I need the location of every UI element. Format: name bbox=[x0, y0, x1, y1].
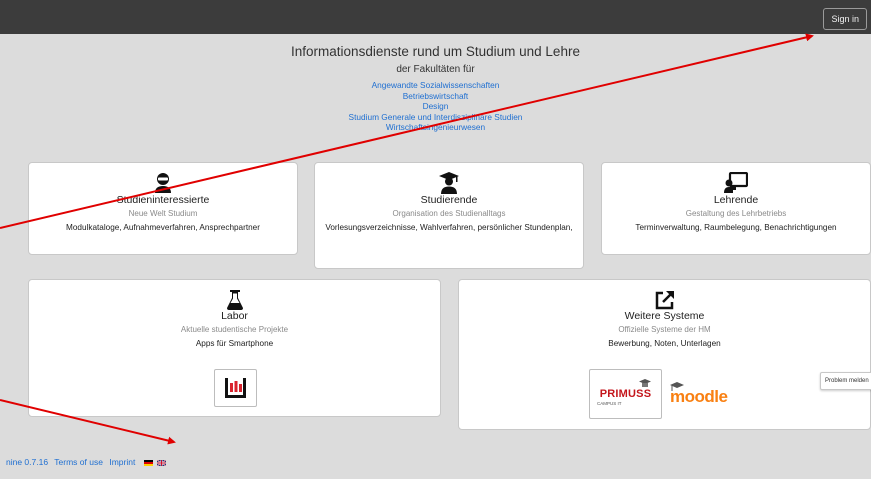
app-logo-icon bbox=[225, 378, 246, 398]
faculty-link-wirtschaftsingenieurwesen[interactable]: Wirtschaftsingenieurwesen bbox=[0, 122, 871, 133]
page-title: Informationsdienste rund um Studium und … bbox=[291, 44, 580, 59]
sign-in-button[interactable]: Sign in bbox=[823, 8, 867, 30]
card-weitere-systeme[interactable]: Weitere Systeme Offizielle Systeme der H… bbox=[458, 279, 871, 430]
card-subtitle: Neue Welt Studium bbox=[128, 209, 198, 218]
top-navbar: Sign in bbox=[0, 0, 871, 34]
card-title: Studieninteressierte bbox=[116, 194, 210, 206]
page-header: Informationsdienste rund um Studium und … bbox=[0, 44, 871, 133]
footer: nine 0.7.16 Terms of use Imprint bbox=[6, 457, 167, 467]
external-link-icon bbox=[655, 291, 674, 310]
moodle-logo-text: moodle bbox=[670, 387, 728, 406]
card-description: Bewerbung, Noten, Unterlagen bbox=[608, 339, 721, 348]
moodle-logo-link[interactable]: moodle bbox=[667, 382, 741, 410]
card-description: Terminverwaltung, Raumbelegung, Benachri… bbox=[635, 223, 837, 232]
primuss-logo-subtext: CAMPUS IT bbox=[597, 401, 622, 406]
app-logo-link[interactable] bbox=[214, 369, 257, 407]
card-studierende[interactable]: Studierende Organisation des Studienallt… bbox=[314, 162, 584, 269]
footer-imprint-link[interactable]: Imprint bbox=[109, 457, 135, 467]
card-subtitle: Aktuelle studentische Projekte bbox=[180, 325, 289, 334]
card-studieninteressierte[interactable]: Studieninteressierte Neue Welt Studium M… bbox=[28, 162, 298, 255]
card-title: Studierende bbox=[420, 194, 478, 206]
report-problem-button[interactable]: Problem melden bbox=[820, 372, 871, 390]
card-description: Modulkataloge, Aufnahmeverfahren, Anspre… bbox=[66, 223, 260, 232]
flask-icon bbox=[226, 290, 243, 310]
faculty-link-design[interactable]: Design bbox=[0, 101, 871, 112]
page-subtitle: der Fakultäten für bbox=[396, 64, 475, 75]
faculty-link-betriebswirtschaft[interactable]: Betriebswirtschaft bbox=[0, 91, 871, 102]
card-subtitle: Organisation des Studienalltags bbox=[392, 209, 506, 218]
card-title: Lehrende bbox=[713, 194, 759, 206]
card-subtitle: Offizielle Systeme der HM bbox=[618, 325, 711, 334]
card-description: Apps für Smartphone bbox=[195, 339, 274, 348]
uk-flag-icon[interactable] bbox=[157, 459, 167, 466]
user-ninja-icon bbox=[155, 173, 171, 193]
card-title: Labor bbox=[221, 310, 248, 322]
footer-version-link[interactable]: nine 0.7.16 bbox=[6, 457, 48, 467]
faculty-links: Angewandte Sozialwissenschaften Betriebs… bbox=[0, 80, 871, 133]
card-title: Weitere Systeme bbox=[624, 310, 705, 322]
footer-terms-link[interactable]: Terms of use bbox=[54, 457, 103, 467]
chalkboard-teacher-icon bbox=[724, 172, 748, 193]
card-subtitle: Gestaltung des Lehrbetriebs bbox=[685, 209, 787, 218]
primuss-logo-text: PRIMUSS bbox=[599, 388, 652, 400]
card-lehrende[interactable]: Lehrende Gestaltung des Lehrbetriebs Ter… bbox=[601, 162, 871, 255]
primuss-logo-link[interactable]: PRIMUSS CAMPUS IT bbox=[589, 369, 662, 419]
user-graduate-icon bbox=[439, 172, 459, 194]
german-flag-icon[interactable] bbox=[143, 459, 153, 466]
faculty-link-sozialwissenschaften[interactable]: Angewandte Sozialwissenschaften bbox=[0, 80, 871, 91]
card-description: Vorlesungsverzeichnisse, Wahlverfahren, … bbox=[325, 223, 573, 232]
faculty-link-studium-generale[interactable]: Studium Generale und Interdisziplinäre S… bbox=[0, 112, 871, 123]
card-labor[interactable]: Labor Aktuelle studentische Projekte App… bbox=[28, 279, 441, 417]
